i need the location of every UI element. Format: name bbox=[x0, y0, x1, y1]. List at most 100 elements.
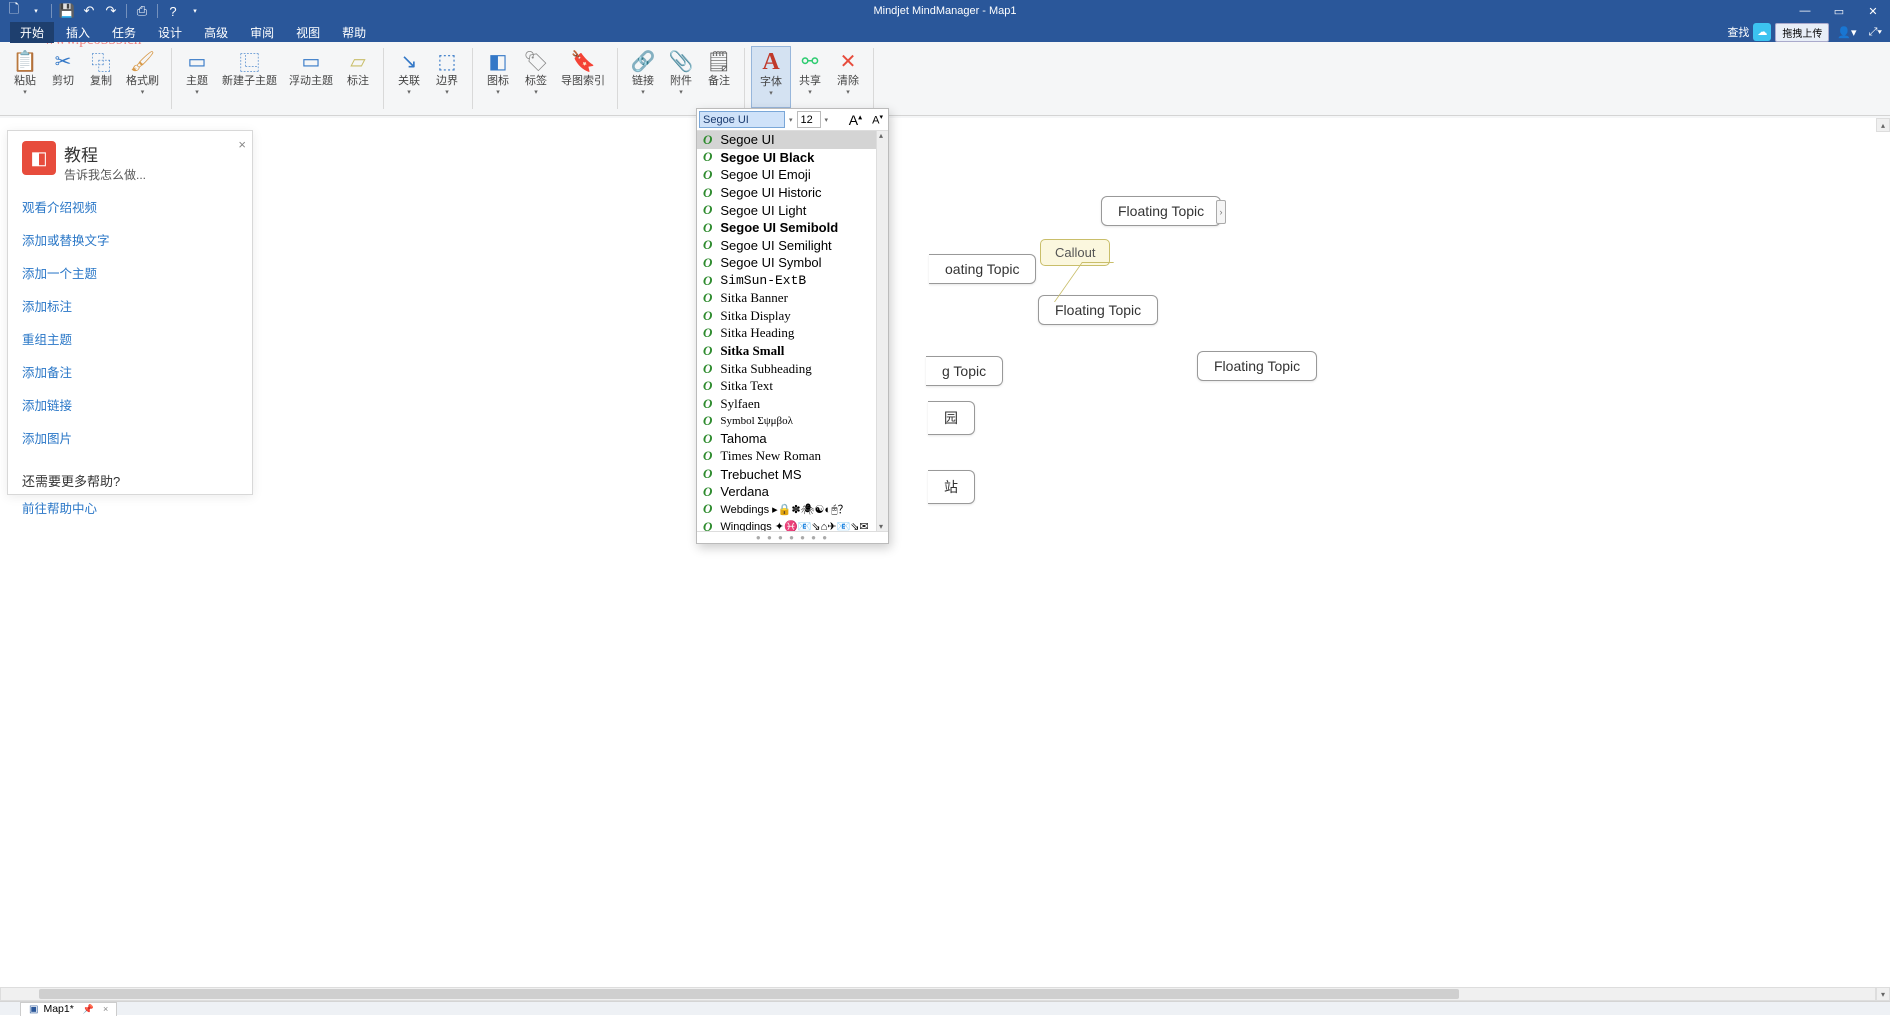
ribbon-button-浮动主题[interactable]: ▭浮动主题 bbox=[283, 46, 339, 108]
ribbon-button-共享[interactable]: ⚯共享▾ bbox=[791, 46, 829, 108]
horizontal-scroll-thumb[interactable] bbox=[39, 989, 1459, 999]
font-option[interactable]: OSegoe UI Semibold bbox=[697, 219, 876, 237]
close-tab-icon[interactable]: × bbox=[99, 1004, 108, 1014]
tutorial-link[interactable]: 观看介绍视频 bbox=[22, 197, 238, 216]
ribbon-button-导图索引[interactable]: 🔖导图索引 bbox=[555, 46, 611, 108]
font-option[interactable]: OWingdings ✦♓📧⇘⌂✈📧⇘✉ bbox=[697, 518, 876, 531]
font-option[interactable]: OSegoe UI Semilight bbox=[697, 237, 876, 255]
ribbon-button-附件[interactable]: 📎附件▾ bbox=[662, 46, 700, 108]
floating-topic[interactable]: oating Topic bbox=[929, 254, 1036, 284]
font-option[interactable]: OSegoe UI Historic bbox=[697, 184, 876, 202]
cloud-icon[interactable]: ☁ bbox=[1753, 23, 1771, 41]
vertical-scroll-up[interactable]: ▴ bbox=[1876, 118, 1890, 132]
tutorial-link[interactable]: 添加一个主题 bbox=[22, 263, 238, 282]
font-list-scrollbar[interactable] bbox=[876, 131, 888, 531]
ribbon-button-链接[interactable]: 🔗链接▾ bbox=[624, 46, 662, 108]
font-name-input[interactable] bbox=[699, 111, 785, 128]
font-name-label: Verdana bbox=[720, 484, 768, 499]
menu-item-4[interactable]: 高级 bbox=[194, 22, 238, 43]
horizontal-scrollbar[interactable] bbox=[0, 987, 1876, 1001]
minimize-button[interactable]: — bbox=[1788, 0, 1822, 22]
menu-item-6[interactable]: 视图 bbox=[286, 22, 330, 43]
font-option[interactable]: OSegoe UI bbox=[697, 131, 876, 149]
floating-topic[interactable]: Floating Topic bbox=[1197, 351, 1317, 381]
expand-icon[interactable]: ⤢▾ bbox=[1865, 26, 1886, 39]
tutorial-link[interactable]: 重组主题 bbox=[22, 329, 238, 348]
menu-item-7[interactable]: 帮助 bbox=[332, 22, 376, 43]
floating-topic[interactable]: 站 bbox=[928, 470, 975, 504]
font-option[interactable]: OSitka Heading bbox=[697, 325, 876, 343]
menu-item-5[interactable]: 审阅 bbox=[240, 22, 284, 43]
ribbon-button-复制[interactable]: ⿻复制 bbox=[82, 46, 120, 108]
ribbon-button-关联[interactable]: ↘关联▾ bbox=[390, 46, 428, 108]
undo-icon[interactable]: ↶ bbox=[79, 2, 99, 20]
font-option[interactable]: OSegoe UI Black bbox=[697, 149, 876, 167]
font-option[interactable]: OSegoe UI Symbol bbox=[697, 254, 876, 272]
ribbon-button-备注[interactable]: 🗒备注 bbox=[700, 46, 738, 108]
print-icon[interactable]: ⎙ bbox=[132, 2, 152, 20]
maximize-button[interactable]: ▭ bbox=[1822, 0, 1856, 22]
ribbon-button-剪切[interactable]: ✂剪切 bbox=[44, 46, 82, 108]
help-center-link[interactable]: 前往帮助中心 bbox=[22, 498, 238, 517]
font-list[interactable]: OSegoe UIOSegoe UI BlackOSegoe UI EmojiO… bbox=[697, 131, 876, 531]
floating-topic[interactable]: 园 bbox=[928, 401, 975, 435]
ribbon-button-清除[interactable]: ✕清除▾ bbox=[829, 46, 867, 108]
font-name-dropdown-icon[interactable]: ▾ bbox=[789, 116, 793, 124]
help-icon[interactable]: ? bbox=[163, 2, 183, 20]
taskpane-close-button[interactable]: × bbox=[238, 137, 246, 152]
decrease-font-icon[interactable]: A▾ bbox=[869, 113, 886, 127]
ribbon-button-图标[interactable]: ◧图标▾ bbox=[479, 46, 517, 108]
font-option[interactable]: OSegoe UI Light bbox=[697, 201, 876, 219]
tutorial-link[interactable]: 添加图片 bbox=[22, 428, 238, 447]
new-doc-icon[interactable]: 🗋 bbox=[4, 2, 24, 20]
font-option[interactable]: OTrebuchet MS bbox=[697, 465, 876, 483]
font-option[interactable]: OVerdana bbox=[697, 483, 876, 501]
ribbon-button-主题[interactable]: ▭主题▾ bbox=[178, 46, 216, 108]
font-option[interactable]: OTimes New Roman bbox=[697, 448, 876, 466]
font-option[interactable]: OSitka Subheading bbox=[697, 360, 876, 378]
font-option[interactable]: OSitka Banner bbox=[697, 289, 876, 307]
ribbon-button-粘贴[interactable]: 📋粘贴▾ bbox=[6, 46, 44, 108]
font-option[interactable]: OSylfaen bbox=[697, 395, 876, 413]
floating-topic[interactable]: Floating Topic bbox=[1101, 196, 1221, 226]
floating-topic[interactable]: g Topic bbox=[926, 356, 1003, 386]
font-option[interactable]: OTahoma bbox=[697, 430, 876, 448]
tutorial-link[interactable]: 添加备注 bbox=[22, 362, 238, 381]
menu-item-3[interactable]: 设计 bbox=[148, 22, 192, 43]
font-option[interactable]: OSitka Small bbox=[697, 342, 876, 360]
upload-button[interactable]: 拖拽上传 bbox=[1775, 23, 1829, 42]
ribbon-button-新建子主题[interactable]: ⿺新建子主题 bbox=[216, 46, 283, 108]
font-size-input[interactable] bbox=[797, 111, 821, 128]
close-button[interactable]: ✕ bbox=[1856, 0, 1890, 22]
ribbon-button-格式刷[interactable]: 🖌格式刷▾ bbox=[120, 46, 165, 108]
ribbon-button-边界[interactable]: ⬚边界▾ bbox=[428, 46, 466, 108]
document-tab[interactable]: ▣ Map1* 📌 × bbox=[20, 1002, 117, 1016]
qat-dropdown-icon[interactable]: ▾ bbox=[26, 2, 46, 20]
tutorial-link[interactable]: 添加或替换文字 bbox=[22, 230, 238, 249]
tutorial-link[interactable]: 添加链接 bbox=[22, 395, 238, 414]
vertical-scroll-down[interactable]: ▾ bbox=[1876, 987, 1890, 1001]
font-option[interactable]: OSegoe UI Emoji bbox=[697, 166, 876, 184]
popup-resize-handle[interactable]: ● ● ● ● ● ● ● bbox=[697, 531, 888, 543]
menu-item-0[interactable]: 开始 bbox=[10, 22, 54, 43]
redo-icon[interactable]: ↷ bbox=[101, 2, 121, 20]
ribbon-button-字体[interactable]: A字体▾ bbox=[751, 46, 791, 108]
font-size-dropdown-icon[interactable]: ▾ bbox=[825, 116, 829, 124]
font-option[interactable]: OSitka Text bbox=[697, 377, 876, 395]
increase-font-icon[interactable]: A▴ bbox=[846, 112, 865, 128]
menu-item-2[interactable]: 任务 bbox=[102, 22, 146, 43]
qat-more-icon[interactable]: ▾ bbox=[185, 2, 205, 20]
tutorial-link[interactable]: 添加标注 bbox=[22, 296, 238, 315]
mindmap-canvas[interactable]: Floating Topic oating Topic Floating Topic… bbox=[0, 118, 1890, 985]
font-option[interactable]: OSitka Display bbox=[697, 307, 876, 325]
font-option[interactable]: OSymbol Σψμβολ bbox=[697, 413, 876, 431]
topic-expand-handle[interactable]: › bbox=[1216, 200, 1226, 224]
account-icon[interactable]: 👤▾ bbox=[1833, 26, 1860, 39]
pin-tab-icon[interactable]: 📌 bbox=[79, 1004, 94, 1015]
save-icon[interactable]: 💾 bbox=[57, 2, 77, 20]
menu-item-1[interactable]: 插入 bbox=[56, 22, 100, 43]
font-option[interactable]: OSimSun-ExtB bbox=[697, 272, 876, 290]
ribbon-button-标注[interactable]: ▱标注 bbox=[339, 46, 377, 108]
ribbon-button-标签[interactable]: 🏷标签▾ bbox=[517, 46, 555, 108]
font-option[interactable]: OWebdings ▸🔒✽🕷☯◐🖰？ bbox=[697, 500, 876, 518]
